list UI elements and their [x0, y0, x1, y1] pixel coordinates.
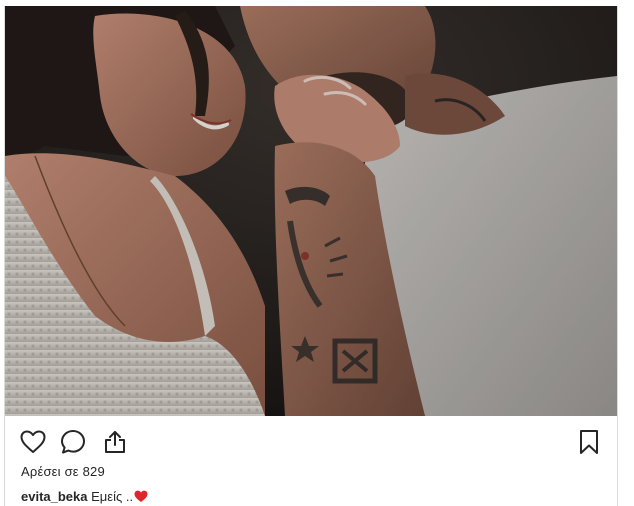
share-upload-icon — [105, 431, 125, 453]
caption-username[interactable]: evita_beka — [21, 489, 88, 504]
likes-prefix: Αρέσει σε — [21, 464, 79, 479]
red-heart-icon — [134, 490, 148, 506]
post-photo-image — [5, 6, 617, 416]
bookmark-icon — [580, 430, 598, 454]
post-actions-bar — [19, 428, 603, 458]
likes-number: 829 — [82, 464, 105, 479]
heart-outline-icon — [20, 430, 46, 453]
share-button[interactable] — [101, 428, 129, 456]
comment-bubble-icon — [61, 430, 85, 454]
caption-text: Εμείς .. — [91, 489, 134, 504]
like-button[interactable] — [19, 428, 47, 456]
save-button[interactable] — [575, 428, 603, 456]
instagram-post: Αρέσει σε 829 evita_beka Εμείς .. — [4, 6, 618, 506]
comment-button[interactable] — [59, 428, 87, 456]
likes-count[interactable]: Αρέσει σε 829 — [21, 464, 105, 479]
post-photo[interactable] — [5, 6, 617, 416]
post-caption: evita_beka Εμείς .. — [21, 489, 148, 506]
